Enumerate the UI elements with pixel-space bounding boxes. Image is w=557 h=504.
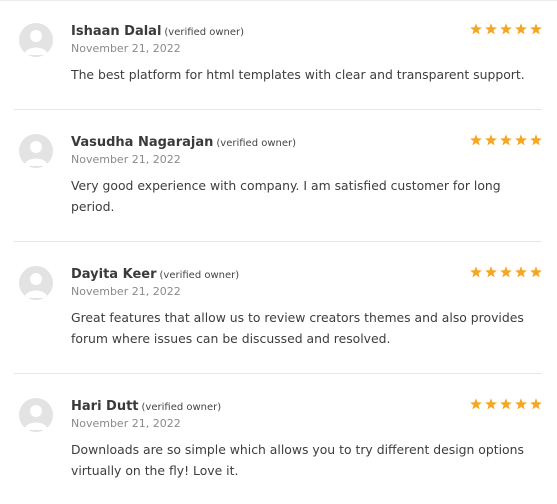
review-header: Dayita Keer (verified owner) bbox=[71, 264, 239, 285]
star-icon bbox=[485, 398, 497, 410]
star-icon bbox=[515, 134, 527, 146]
star-icon bbox=[530, 266, 542, 278]
star-icon bbox=[500, 266, 512, 278]
verified-owner-tag: (verified owner) bbox=[164, 27, 245, 38]
user-icon bbox=[24, 141, 48, 166]
star-icon bbox=[470, 266, 482, 278]
star-rating bbox=[469, 265, 544, 279]
review-header: Hari Dutt (verified owner) bbox=[71, 396, 221, 417]
review-text: Great features that allow us to review c… bbox=[71, 310, 524, 346]
star-icon bbox=[530, 23, 542, 35]
verified-owner-tag: (verified owner) bbox=[159, 270, 240, 281]
user-icon bbox=[24, 30, 48, 55]
review-date: November 21, 2022 bbox=[71, 285, 181, 298]
avatar bbox=[19, 266, 53, 300]
star-icon bbox=[500, 134, 512, 146]
star-icon bbox=[470, 134, 482, 146]
review-divider bbox=[14, 109, 542, 110]
review-text: The best platform for html templates wit… bbox=[71, 67, 525, 82]
user-icon bbox=[24, 273, 48, 298]
star-icon bbox=[515, 266, 527, 278]
review-author: Hari Dutt bbox=[71, 399, 139, 414]
review-author: Dayita Keer bbox=[71, 267, 157, 282]
user-icon bbox=[24, 405, 48, 430]
star-rating bbox=[469, 397, 544, 411]
avatar bbox=[19, 23, 53, 57]
star-rating bbox=[469, 22, 544, 36]
review-text: Very good experience with company. I am … bbox=[71, 178, 501, 214]
avatar bbox=[19, 134, 53, 168]
review-text: Downloads are so simple which allows you… bbox=[71, 442, 524, 478]
review-date: November 21, 2022 bbox=[71, 42, 181, 55]
avatar bbox=[19, 398, 53, 432]
review-divider bbox=[14, 241, 542, 242]
review-header: Ishaan Dalal (verified owner) bbox=[71, 21, 244, 42]
review-author: Ishaan Dalal bbox=[71, 24, 162, 39]
verified-owner-tag: (verified owner) bbox=[216, 138, 297, 149]
star-icon bbox=[485, 23, 497, 35]
star-icon bbox=[485, 266, 497, 278]
star-icon bbox=[485, 134, 497, 146]
star-rating bbox=[469, 133, 544, 147]
review-divider bbox=[14, 373, 542, 374]
top-divider bbox=[0, 0, 557, 1]
star-icon bbox=[530, 398, 542, 410]
star-icon bbox=[515, 23, 527, 35]
star-icon bbox=[470, 398, 482, 410]
star-icon bbox=[500, 23, 512, 35]
star-icon bbox=[470, 23, 482, 35]
review-header: Vasudha Nagarajan (verified owner) bbox=[71, 132, 296, 153]
star-icon bbox=[530, 134, 542, 146]
verified-owner-tag: (verified owner) bbox=[141, 402, 222, 413]
star-icon bbox=[515, 398, 527, 410]
review-date: November 21, 2022 bbox=[71, 153, 181, 166]
star-icon bbox=[500, 398, 512, 410]
review-author: Vasudha Nagarajan bbox=[71, 135, 214, 150]
review-date: November 21, 2022 bbox=[71, 417, 181, 430]
